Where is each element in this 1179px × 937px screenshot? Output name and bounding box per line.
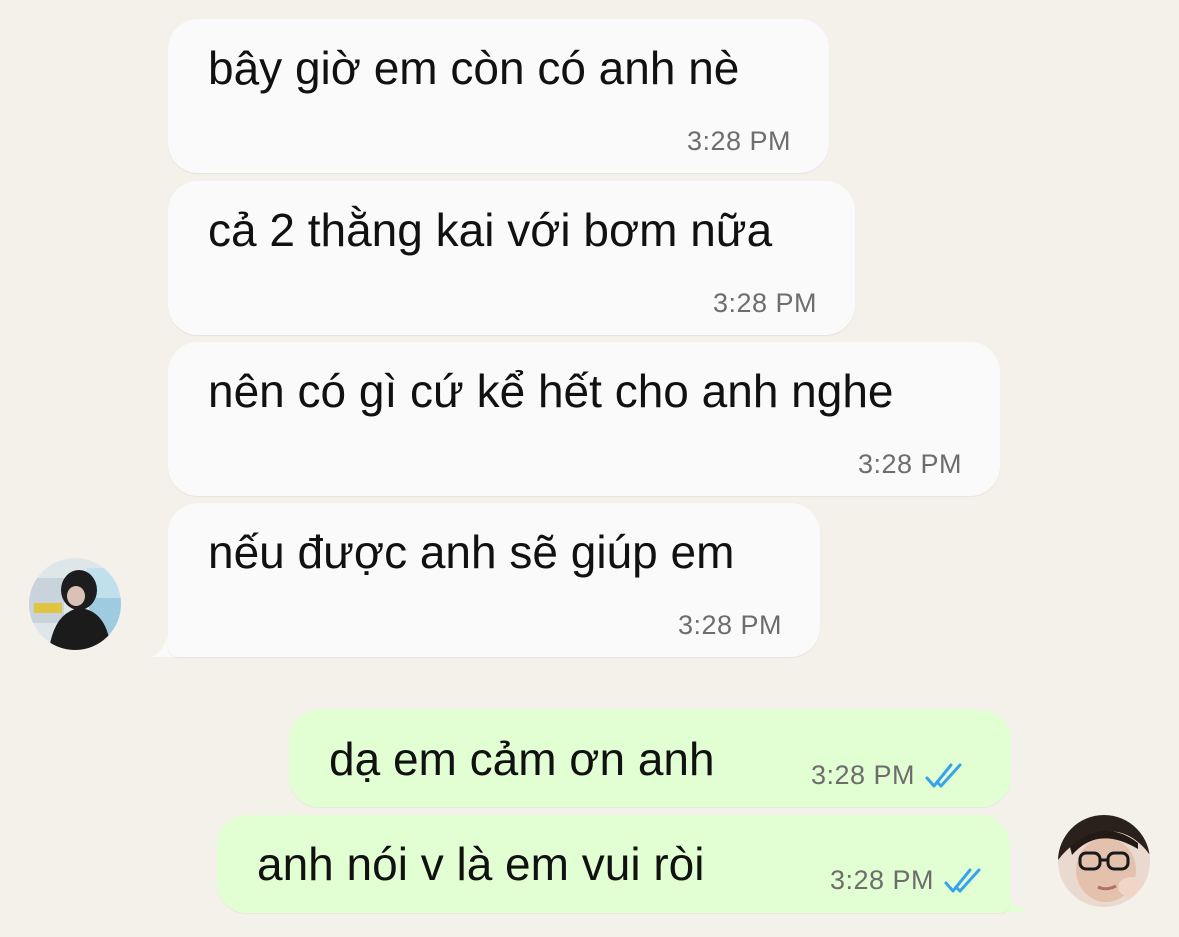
message-text: anh nói v là em vui ròi (257, 838, 705, 890)
incoming-message[interactable]: cả 2 thằng kai với bơm nữa 3:28 PM (168, 181, 855, 335)
incoming-message[interactable]: bây giờ em còn có anh nè 3:28 PM (168, 19, 829, 173)
incoming-message[interactable]: nên có gì cứ kể hết cho anh nghe 3:28 PM (168, 342, 1000, 496)
contact-avatar[interactable] (29, 558, 121, 650)
message-meta: 3:28 PM (811, 760, 971, 791)
my-avatar[interactable] (1058, 815, 1150, 907)
message-text: nên có gì cứ kể hết cho anh nghe (208, 365, 894, 417)
message-text: dạ em cảm ơn anh (329, 733, 715, 785)
outgoing-message[interactable]: anh nói v là em vui ròi 3:28 PM (217, 815, 1010, 913)
message-time: 3:28 PM (677, 610, 782, 640)
message-time: 3:28 PM (712, 288, 817, 318)
contact-avatar-image (29, 558, 121, 650)
outgoing-message[interactable]: dạ em cảm ơn anh 3:28 PM (289, 710, 1011, 807)
message-time: 3:28 PM (686, 126, 791, 156)
message-time: 3:28 PM (857, 449, 962, 479)
double-check-icon (944, 868, 981, 892)
double-check-icon (925, 763, 962, 787)
message-time: 3:28 PM (829, 865, 934, 895)
message-meta: 3:28 PM (830, 865, 990, 896)
incoming-message[interactable]: nếu được anh sẽ giúp em 3:28 PM (168, 503, 820, 657)
message-text: nếu được anh sẽ giúp em (208, 526, 735, 578)
message-time: 3:28 PM (810, 760, 915, 790)
message-text: cả 2 thằng kai với bơm nữa (208, 204, 773, 256)
my-avatar-image (1058, 815, 1150, 907)
message-text: bây giờ em còn có anh nè (208, 42, 740, 94)
